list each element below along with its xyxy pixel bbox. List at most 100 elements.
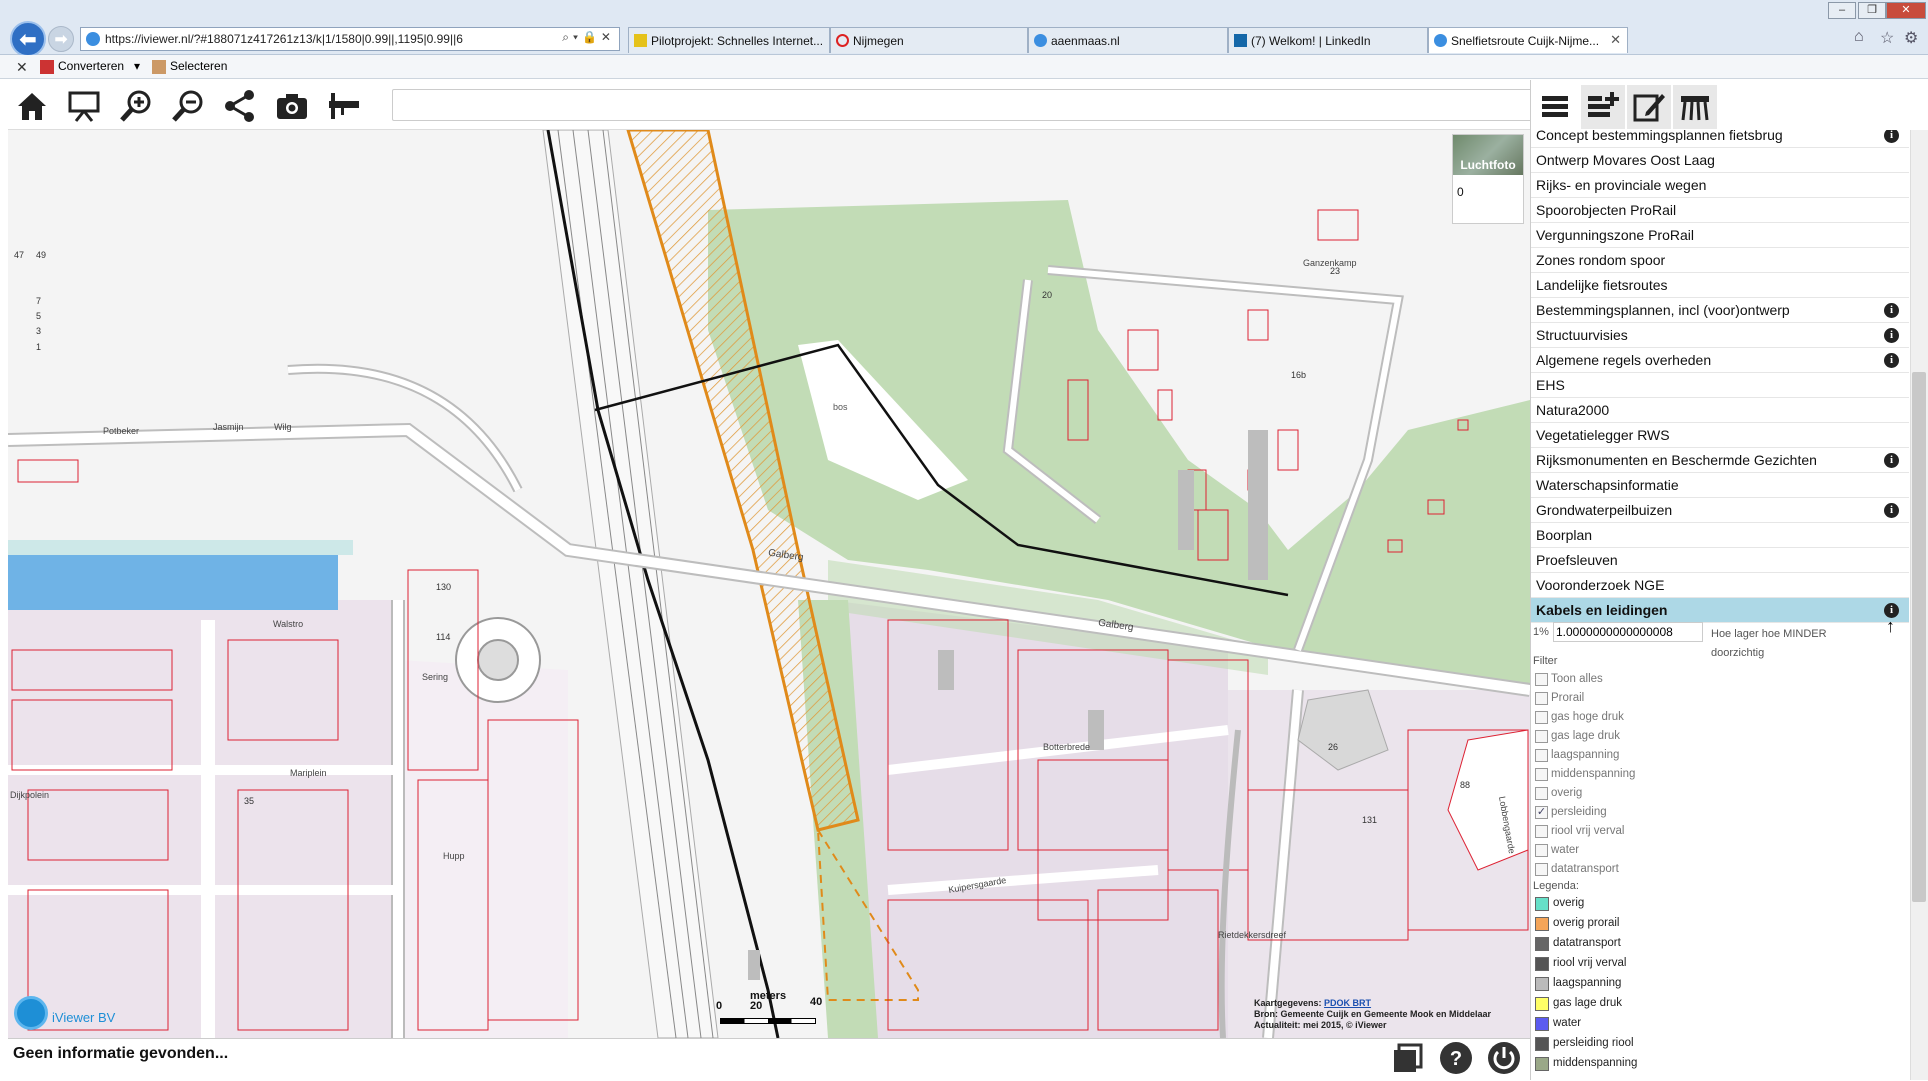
draw-button[interactable] bbox=[1673, 85, 1717, 129]
info-icon[interactable]: i bbox=[1884, 303, 1899, 318]
layer-item[interactable]: Spoorobjecten ProRail bbox=[1531, 198, 1909, 223]
favorites-icon[interactable]: ☆ bbox=[1880, 28, 1894, 48]
layer-item[interactable]: Landelijke fietsroutes bbox=[1531, 273, 1909, 298]
share-button[interactable] bbox=[220, 86, 260, 126]
filter-checkbox[interactable] bbox=[1535, 825, 1548, 838]
tab-pilotprojekt[interactable]: Pilotprojekt: Schnelles Internet... bbox=[628, 27, 830, 53]
layer-item[interactable]: Ontwerp Movares Oost Laag bbox=[1531, 148, 1909, 173]
map-label-number: 131 bbox=[1362, 815, 1378, 825]
panel-toolbar bbox=[1530, 80, 1928, 130]
layer-item[interactable]: Vergunningszone ProRail bbox=[1531, 223, 1909, 248]
layer-item[interactable]: Grondwaterpeilbuizen i bbox=[1531, 498, 1909, 523]
map-canvas[interactable]: bos Galberg Galberg Jasmijn Potbeker Wil… bbox=[8, 130, 1530, 1038]
layers-button[interactable] bbox=[1390, 1040, 1426, 1076]
maximize-button[interactable]: ❐ bbox=[1858, 2, 1886, 19]
layer-item[interactable]: Structuurvisies i bbox=[1531, 323, 1909, 348]
close-window-button[interactable]: ✕ bbox=[1886, 2, 1926, 19]
legend-swatch bbox=[1535, 897, 1549, 911]
info-icon[interactable]: i bbox=[1884, 453, 1899, 468]
layer-item[interactable]: Boorplan bbox=[1531, 523, 1909, 548]
layer-item[interactable]: Concept bestemmingsplannen fietsbrug i bbox=[1531, 130, 1909, 148]
close-bar-icon[interactable]: ✕ bbox=[16, 59, 28, 76]
filter-checkbox[interactable] bbox=[1535, 768, 1548, 781]
legend-item-label: middenspanning bbox=[1553, 1057, 1638, 1069]
info-icon[interactable]: i bbox=[1884, 503, 1899, 518]
layer-item[interactable]: Proefsleuven bbox=[1531, 548, 1909, 573]
home-button[interactable] bbox=[12, 86, 52, 126]
list-icon bbox=[1542, 96, 1568, 117]
opacity-input[interactable] bbox=[1553, 622, 1703, 642]
legend-swatch bbox=[1535, 997, 1549, 1011]
layer-item[interactable]: Zones rondom spoor bbox=[1531, 248, 1909, 273]
filter-checkbox[interactable] bbox=[1535, 749, 1548, 762]
filter-checkbox[interactable] bbox=[1535, 730, 1548, 743]
back-button[interactable]: ⬅ bbox=[10, 21, 46, 57]
opacity-hint: Hoe lager hoe MINDER doorzichtig bbox=[1711, 628, 1827, 659]
select-button[interactable]: Selecteren bbox=[170, 59, 227, 73]
layers-icon bbox=[1394, 1043, 1423, 1072]
filter-label-item: overig bbox=[1551, 787, 1583, 799]
layer-item[interactable]: Natura2000 bbox=[1531, 398, 1909, 423]
map-label-number: 26 bbox=[1328, 742, 1339, 752]
layer-item[interactable]: EHS bbox=[1531, 373, 1909, 398]
convert-button[interactable]: Converteren bbox=[58, 59, 124, 73]
tab-aaenmaas[interactable]: aaenmaas.nl bbox=[1028, 27, 1228, 53]
screenshot-button[interactable] bbox=[272, 86, 312, 126]
scale-tick-0: 0 bbox=[716, 1000, 723, 1012]
layer-item-selected[interactable]: Kabels en leidingen i bbox=[1531, 598, 1909, 623]
map-label-botterbrede: Botterbrede bbox=[1043, 742, 1091, 752]
filter-checkbox-checked[interactable]: ✓ bbox=[1535, 806, 1548, 819]
layer-item[interactable]: Waterschapsinformatie bbox=[1531, 473, 1909, 498]
address-actions-icon[interactable]: ⌕▾🔒✕ bbox=[562, 30, 615, 45]
collapse-arrow-icon[interactable]: ↑ bbox=[1886, 616, 1895, 637]
tab-favicon-icon bbox=[1234, 34, 1247, 47]
filter-checkbox[interactable] bbox=[1535, 711, 1548, 724]
aerial-photo-toggle[interactable]: Luchtfoto 0 bbox=[1452, 134, 1524, 224]
tab-close-icon[interactable]: ✕ bbox=[1610, 32, 1621, 48]
presentation-button[interactable] bbox=[64, 86, 104, 126]
info-icon[interactable]: i bbox=[1884, 328, 1899, 343]
layer-item[interactable]: Rijksmonumenten en Beschermde Gezichten i bbox=[1531, 448, 1909, 473]
scrollbar-thumb[interactable] bbox=[1912, 372, 1926, 902]
layer-item[interactable]: Rijks- en provinciale wegen bbox=[1531, 173, 1909, 198]
layer-item[interactable]: Bestemmingsplannen, incl (voor)ontwerp i bbox=[1531, 298, 1909, 323]
layer-item[interactable]: Vegetatielegger RWS bbox=[1531, 423, 1909, 448]
info-icon[interactable]: i bbox=[1884, 353, 1899, 368]
convert-dropdown-icon[interactable]: ▾ bbox=[134, 59, 140, 73]
search-input[interactable] bbox=[392, 89, 1532, 121]
logout-button[interactable] bbox=[1486, 1040, 1522, 1076]
tab-favicon-icon bbox=[1434, 34, 1447, 47]
filter-checkbox[interactable] bbox=[1535, 863, 1548, 876]
minimize-button[interactable]: – bbox=[1828, 2, 1856, 19]
tab-favicon-icon bbox=[634, 34, 647, 47]
zoom-out-button[interactable] bbox=[168, 86, 208, 126]
zoom-in-button[interactable] bbox=[116, 86, 156, 126]
measure-button[interactable] bbox=[324, 86, 364, 126]
layer-item[interactable]: Algemene regels overheden i bbox=[1531, 348, 1909, 373]
home-icon[interactable]: ⌂ bbox=[1854, 28, 1864, 46]
pdok-link[interactable]: PDOK BRT bbox=[1324, 998, 1371, 1008]
browser-chrome: – ❐ ✕ ⬅ ➡ https://iviewer.nl/?#188071z41… bbox=[0, 0, 1928, 57]
tab-nijmegen[interactable]: Nijmegen bbox=[830, 27, 1028, 53]
map-label-number: 88 bbox=[1460, 780, 1471, 790]
settings-icon[interactable]: ⚙ bbox=[1904, 28, 1918, 48]
tab-snelfietsroute[interactable]: Snelfietsroute Cuijk-Nijme... ✕ bbox=[1428, 27, 1628, 53]
layer-list-button[interactable] bbox=[1533, 85, 1577, 129]
filter-checkbox[interactable] bbox=[1535, 692, 1548, 705]
filter-checkbox[interactable] bbox=[1535, 844, 1548, 857]
add-layer-button[interactable] bbox=[1581, 85, 1625, 129]
edit-button[interactable] bbox=[1627, 85, 1671, 129]
zoom-out-icon bbox=[172, 90, 203, 122]
filter-label-item: gas lage druk bbox=[1551, 730, 1621, 742]
legend-item-label: riool vrij verval bbox=[1553, 957, 1627, 969]
filter-checkbox[interactable] bbox=[1535, 787, 1548, 800]
address-bar[interactable]: https://iviewer.nl/?#188071z417261z13/k|… bbox=[80, 27, 620, 51]
forward-button[interactable]: ➡ bbox=[48, 26, 74, 52]
filter-checkbox[interactable] bbox=[1535, 673, 1548, 686]
map-label-jasmijn: Jasmijn bbox=[213, 422, 244, 432]
layer-item[interactable]: Vooronderzoek NGE bbox=[1531, 573, 1909, 598]
aerial-photo-opacity: 0 bbox=[1457, 185, 1464, 199]
tab-linkedin[interactable]: (7) Welkom! | LinkedIn bbox=[1228, 27, 1428, 53]
help-button[interactable]: ? bbox=[1438, 1040, 1474, 1076]
info-icon[interactable]: i bbox=[1884, 130, 1899, 143]
